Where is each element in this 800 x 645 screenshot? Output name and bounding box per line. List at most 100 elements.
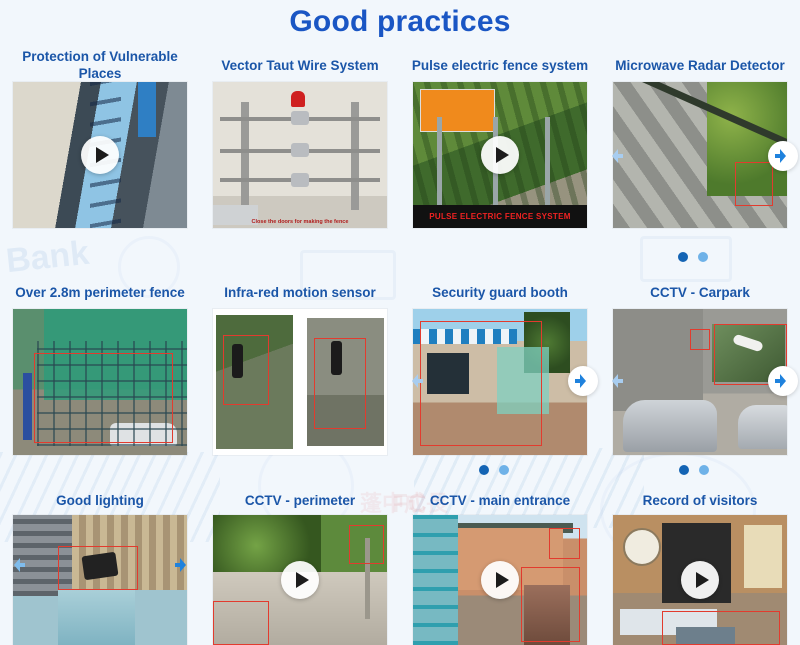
wire-node-1 bbox=[291, 111, 309, 126]
photo-banner: PULSE ELECTRIC FENCE SYSTEM bbox=[413, 204, 587, 228]
card-thumbnail[interactable] bbox=[213, 515, 387, 645]
card-title: Good lighting bbox=[56, 492, 144, 508]
card-cctv-perimeter[interactable]: CCTV - perimeter bbox=[200, 485, 400, 645]
card-cctv-carpark[interactable]: CCTV - Carpark bbox=[600, 275, 800, 455]
notice-board bbox=[743, 525, 782, 588]
highlight-box bbox=[213, 600, 269, 645]
photo-art-taut-wire-rig: Close the doors for making the fence bbox=[213, 82, 387, 228]
highlight-box bbox=[520, 567, 581, 643]
page-title: Good practices bbox=[289, 5, 511, 38]
warning-sign bbox=[419, 89, 496, 133]
carousel-row-3: Good lighting CCTV - perimeter CCTV - ma… bbox=[0, 485, 800, 645]
carousel-prev-button-row-2b[interactable] bbox=[600, 366, 630, 396]
card-thumbnail[interactable] bbox=[413, 515, 587, 645]
carousel-prev-button-row-1[interactable] bbox=[600, 141, 630, 171]
card-thumbnail[interactable]: PULSE ELECTRIC FENCE SYSTEM bbox=[413, 82, 587, 228]
chevron-right-icon bbox=[175, 557, 186, 572]
carousel-dot[interactable] bbox=[679, 465, 689, 475]
card-title: Record of visitors bbox=[642, 492, 758, 508]
card-title: Microwave Radar Detector bbox=[615, 57, 785, 73]
retaining-wall bbox=[613, 309, 704, 412]
alarm-lamp-icon bbox=[291, 90, 306, 107]
highlight-box bbox=[33, 352, 174, 444]
play-icon[interactable] bbox=[81, 136, 119, 174]
highlight-box bbox=[223, 335, 269, 406]
chevron-left-icon bbox=[612, 374, 623, 388]
wire-node-3 bbox=[291, 172, 309, 187]
photo bbox=[613, 309, 787, 455]
play-icon[interactable] bbox=[281, 561, 319, 599]
carousel-track-3: Good lighting CCTV - perimeter CCTV - ma… bbox=[0, 485, 800, 645]
chevron-left-icon bbox=[612, 148, 623, 163]
card-pulse-electric-fence-system[interactable]: Pulse electric fence system PULSE ELECTR… bbox=[400, 48, 600, 228]
card-infra-red-motion-sensor[interactable]: Infra-red motion sensor bbox=[200, 275, 400, 455]
card-title: Over 2.8m perimeter fence bbox=[15, 284, 185, 300]
fence-pole-1 bbox=[437, 117, 443, 208]
car-front bbox=[623, 399, 718, 453]
play-icon[interactable] bbox=[481, 136, 519, 174]
card-thumbnail[interactable] bbox=[13, 515, 187, 645]
card-title: Protection of Vulnerable Places bbox=[22, 49, 178, 81]
photo: Close the doors for making the fence bbox=[213, 82, 387, 228]
entrance-gate bbox=[413, 515, 459, 645]
play-icon[interactable] bbox=[681, 561, 719, 599]
photo-caption: Close the doors for making the fence bbox=[251, 219, 349, 225]
chevron-left-icon bbox=[14, 557, 25, 572]
highlight-box bbox=[419, 320, 542, 447]
carousel-prev-button-row-2a[interactable] bbox=[400, 366, 430, 396]
highlight-box bbox=[548, 528, 581, 560]
card-thumbnail[interactable] bbox=[613, 82, 787, 228]
carousel-dots-row-2b[interactable] bbox=[679, 465, 709, 475]
card-over-2-8m-perimeter-fence[interactable]: Over 2.8m perimeter fence bbox=[0, 275, 200, 455]
carousel-track-2: Over 2.8m perimeter fence Infra-red moti… bbox=[0, 275, 800, 455]
card-record-of-visitors[interactable]: Record of visitors bbox=[600, 485, 800, 645]
carousel-row-2: Over 2.8m perimeter fence Infra-red moti… bbox=[0, 275, 800, 487]
card-title: Infra-red motion sensor bbox=[224, 284, 376, 300]
chevron-right-icon bbox=[775, 148, 786, 163]
card-vector-taut-wire-system[interactable]: Vector Taut Wire System Close the doors … bbox=[200, 48, 400, 228]
card-cctv-main-entrance[interactable]: CCTV - main entrance bbox=[400, 485, 600, 645]
carousel-dot[interactable] bbox=[678, 252, 688, 262]
card-title: Vector Taut Wire System bbox=[221, 57, 379, 73]
carousel-dot[interactable] bbox=[699, 465, 709, 475]
carousel-dots-row-1[interactable] bbox=[678, 252, 708, 262]
card-security-guard-booth[interactable]: Security guard booth bbox=[400, 275, 600, 455]
fence-pole-3 bbox=[545, 117, 551, 208]
play-icon[interactable] bbox=[481, 561, 519, 599]
highlight-box bbox=[661, 611, 781, 645]
carousel-next-button-row-3[interactable] bbox=[168, 550, 198, 580]
card-thumbnail[interactable] bbox=[613, 309, 787, 455]
card-title: Security guard booth bbox=[432, 284, 568, 300]
carousel-dots-row-2a[interactable] bbox=[479, 465, 509, 475]
card-thumbnail[interactable] bbox=[13, 309, 187, 455]
card-microwave-radar-detector[interactable]: Microwave Radar Detector bbox=[600, 48, 800, 228]
card-protection-of-vulnerable-places[interactable]: Protection of Vulnerable Places bbox=[0, 48, 200, 228]
card-title: CCTV - Carpark bbox=[650, 284, 750, 300]
highlight-box bbox=[734, 162, 774, 207]
carousel-next-button-row-1[interactable] bbox=[768, 140, 798, 171]
card-thumbnail[interactable] bbox=[213, 309, 387, 455]
photo bbox=[13, 309, 187, 455]
card-title: Pulse electric fence system bbox=[411, 57, 589, 73]
water-tank bbox=[58, 590, 135, 645]
carousel-dot[interactable] bbox=[499, 465, 509, 475]
blue-post bbox=[23, 373, 33, 441]
card-thumbnail[interactable] bbox=[613, 515, 787, 645]
card-thumbnail[interactable] bbox=[13, 82, 187, 228]
carousel-prev-button-row-3[interactable] bbox=[2, 550, 32, 580]
car-rear bbox=[738, 405, 787, 450]
photo-art-radar-wall bbox=[613, 82, 787, 228]
carousel-track-1: Protection of Vulnerable Places Vector T… bbox=[0, 48, 800, 228]
carousel-dot[interactable] bbox=[479, 465, 489, 475]
carousel-next-button-row-2b[interactable] bbox=[768, 366, 798, 396]
card-thumbnail[interactable] bbox=[413, 309, 587, 455]
carousel-dot[interactable] bbox=[698, 252, 708, 262]
card-thumbnail[interactable]: Close the doors for making the fence bbox=[213, 82, 387, 228]
wire-node-2 bbox=[291, 143, 309, 158]
sky-patch bbox=[138, 82, 156, 138]
photo bbox=[413, 309, 587, 455]
photo bbox=[213, 309, 387, 455]
highlight-box bbox=[58, 546, 139, 591]
card-title: CCTV - main entrance bbox=[429, 492, 571, 508]
carousel-next-button-row-2a[interactable] bbox=[568, 366, 598, 396]
